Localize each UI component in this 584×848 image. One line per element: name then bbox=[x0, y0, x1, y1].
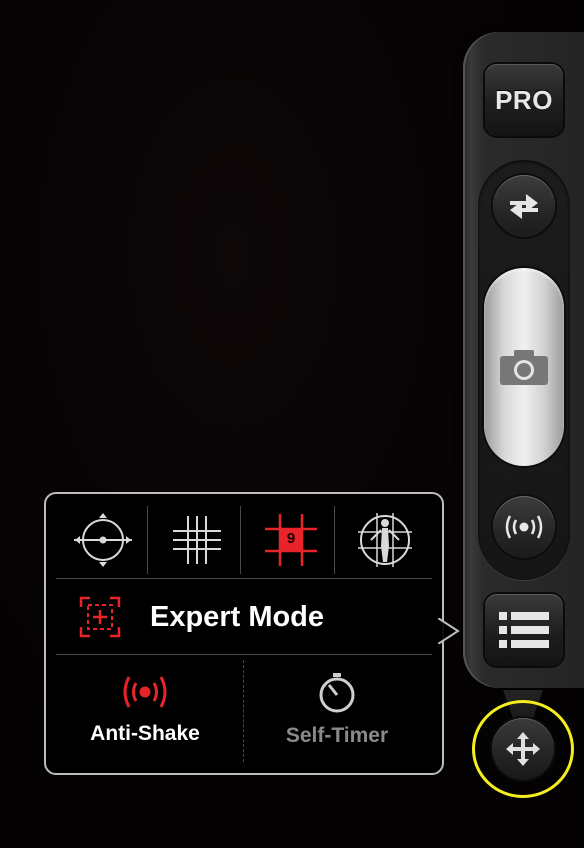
self-timer-label: Self-Timer bbox=[285, 724, 389, 747]
anti-shake-button[interactable] bbox=[493, 496, 555, 558]
camera-screen: PRO 9 Expert Mode Anti-Shake Self-Timer bbox=[0, 0, 584, 848]
anti-shake-label: Anti-Shake bbox=[90, 722, 200, 745]
self-timer-option[interactable]: Self-Timer bbox=[244, 662, 430, 766]
expert-mode-icon bbox=[79, 596, 121, 638]
move-sidebar-handle[interactable] bbox=[492, 718, 554, 780]
grid-divider bbox=[147, 506, 148, 574]
grid-options-row: 9 bbox=[56, 504, 432, 576]
shutter-button[interactable] bbox=[484, 268, 564, 466]
list-icon bbox=[499, 612, 549, 648]
menu-button[interactable] bbox=[485, 594, 563, 666]
four-way-arrows-icon bbox=[506, 732, 540, 766]
camera-icon bbox=[500, 350, 548, 385]
crosshair-level-icon bbox=[74, 513, 132, 567]
pro-label: PRO bbox=[495, 84, 553, 115]
grid-divider bbox=[334, 506, 335, 574]
expert-mode-label: Expert Mode bbox=[150, 600, 325, 633]
grid-nine-badge: 9 bbox=[286, 530, 296, 547]
grid-divider bbox=[240, 506, 241, 574]
grid-option-level[interactable] bbox=[56, 504, 150, 576]
popover-arrow bbox=[438, 618, 460, 644]
switch-camera-button[interactable] bbox=[493, 175, 555, 237]
row-divider bbox=[56, 578, 432, 579]
row-divider bbox=[56, 654, 432, 655]
anti-shake-option[interactable]: Anti-Shake bbox=[52, 662, 238, 766]
grid-icon bbox=[173, 516, 221, 564]
vitruvian-grid-icon bbox=[358, 513, 412, 567]
stopwatch-icon bbox=[319, 673, 355, 713]
grid-option-nine[interactable]: 9 bbox=[244, 504, 338, 576]
vibration-icon bbox=[505, 515, 543, 539]
vibration-icon bbox=[123, 676, 167, 708]
expert-mode-row[interactable]: Expert Mode bbox=[56, 580, 432, 654]
grid-option-vitruvian[interactable] bbox=[338, 504, 432, 576]
swap-arrows-icon bbox=[510, 194, 538, 219]
pro-button[interactable]: PRO bbox=[485, 64, 563, 136]
grid-option-thirds[interactable] bbox=[150, 504, 244, 576]
